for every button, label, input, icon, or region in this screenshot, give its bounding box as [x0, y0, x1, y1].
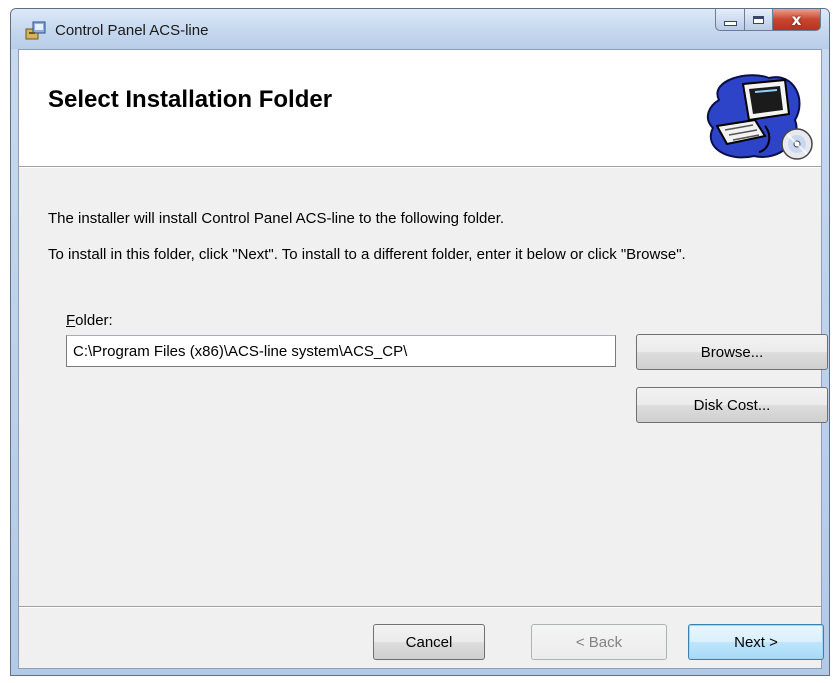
next-button[interactable]: Next > [688, 624, 824, 660]
minimize-button[interactable] [715, 9, 745, 31]
caption-buttons: x [715, 9, 821, 31]
cancel-button[interactable]: Cancel [373, 624, 485, 660]
folder-label: Folder: [66, 312, 113, 329]
dialog-client-area: Select Installation Folder The installer… [18, 49, 828, 669]
disk-cost-button[interactable]: Disk Cost... [636, 387, 828, 423]
folder-label-text: older: [75, 312, 113, 329]
page-title: Select Installation Folder [48, 86, 333, 113]
folder-label-accelerator: F [66, 312, 76, 329]
installer-app-icon [25, 21, 46, 40]
maximize-button[interactable] [745, 9, 773, 31]
install-description: The installer will install Control Panel… [48, 210, 505, 227]
maximize-icon [753, 15, 764, 24]
banner-divider [19, 167, 821, 168]
window-title: Control Panel ACS-line [55, 22, 209, 39]
install-instructions: To install in this folder, click "Next".… [48, 246, 686, 263]
folder-path-input[interactable] [66, 335, 616, 367]
title-bar[interactable]: Control Panel ACS-line x [11, 9, 829, 49]
back-button: < Back [531, 624, 667, 660]
computer-with-disc-icon [706, 74, 813, 160]
footer-divider-highlight [19, 607, 821, 608]
installer-window: Control Panel ACS-line x Select Installa… [10, 8, 830, 676]
close-icon: x [791, 10, 802, 29]
browse-button[interactable]: Browse... [636, 334, 828, 370]
header-banner: Select Installation Folder [19, 50, 821, 167]
close-button[interactable]: x [773, 9, 821, 31]
minimize-icon [723, 21, 737, 26]
